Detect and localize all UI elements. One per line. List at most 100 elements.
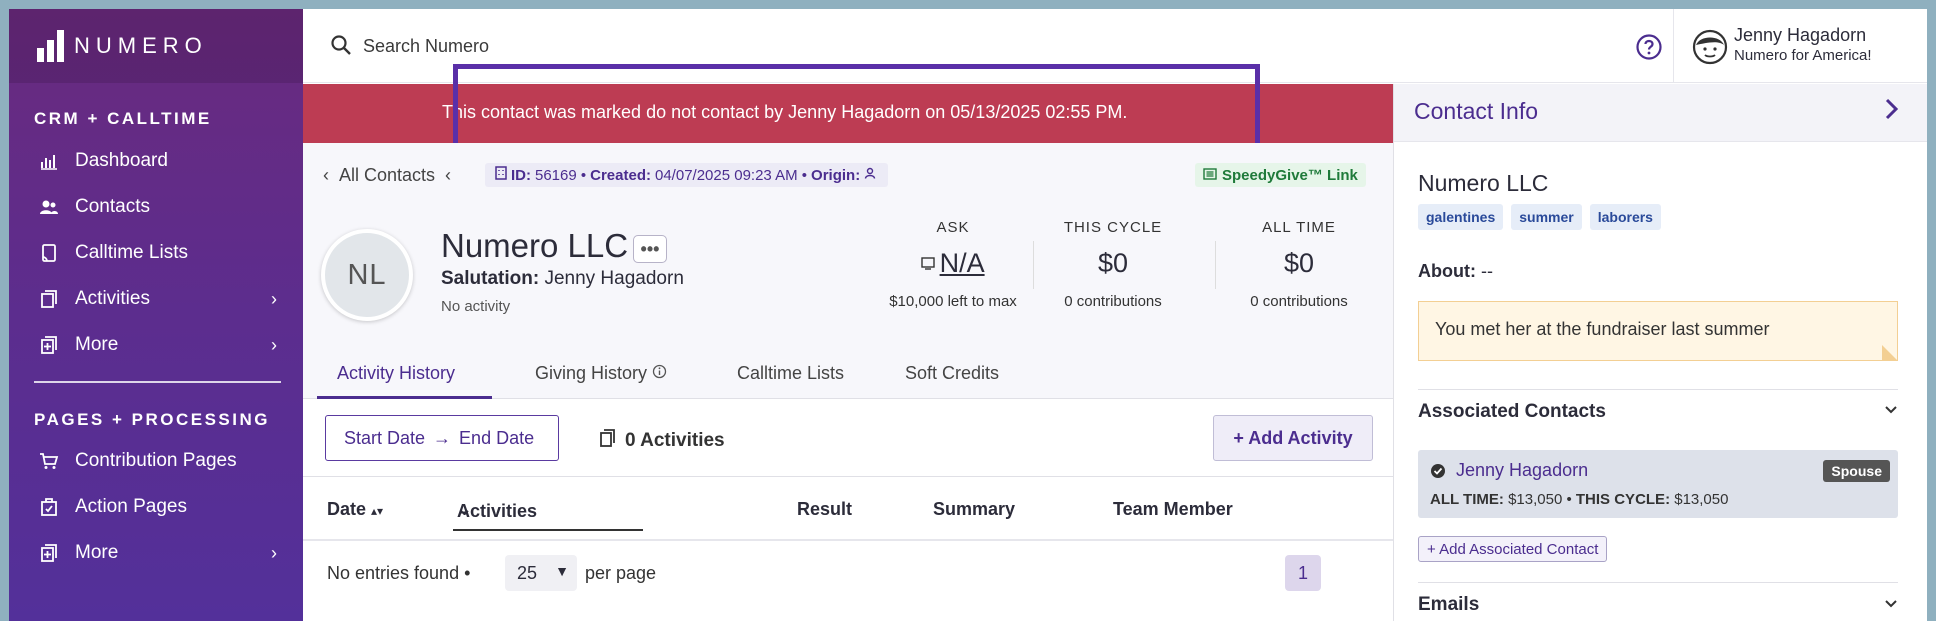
empty-message: No entries found • xyxy=(327,563,471,583)
associated-contact-name[interactable]: Jenny Hagadorn xyxy=(1456,460,1588,481)
per-page-value: 25 xyxy=(517,562,538,583)
action-pages-icon xyxy=(39,497,59,517)
more-icon xyxy=(39,543,59,563)
add-associated-contact-button[interactable]: + Add Associated Contact xyxy=(1418,536,1608,562)
sidebar-item-more[interactable]: More › xyxy=(9,325,303,365)
all-time-label: ALL TIME: xyxy=(1430,491,1504,508)
stat-all-time: ALL TIME $0 0 contributions xyxy=(1225,219,1373,310)
contact-tabs: Activity History Giving History Calltime… xyxy=(303,353,1393,399)
chevron-down-icon[interactable] xyxy=(1884,596,1898,614)
add-activity-button[interactable]: + Add Activity xyxy=(1213,415,1373,461)
chevron-left-icon: ‹ xyxy=(445,165,452,185)
id-value: 56169 • xyxy=(535,166,587,184)
tag[interactable]: summer xyxy=(1511,204,1582,230)
list-icon xyxy=(1203,167,1217,184)
chevron-right-icon: › xyxy=(271,288,277,309)
stat-sub: 0 contributions xyxy=(1250,293,1348,310)
chevron-down-icon[interactable] xyxy=(1884,402,1898,420)
sidebar-item-label: Contacts xyxy=(75,196,150,217)
tab-calltime-lists[interactable]: Calltime Lists xyxy=(737,363,844,384)
stat-value[interactable]: N/A xyxy=(863,248,1043,279)
sidebar-item-label: Activities xyxy=(75,288,150,309)
ask-icon xyxy=(921,257,939,274)
user-org: Numero for America! xyxy=(1734,47,1872,64)
contacts-icon xyxy=(39,197,59,217)
stat-value: $0 xyxy=(1097,248,1129,278)
per-page-select[interactable]: 25 ▼ xyxy=(505,555,577,591)
activities-icon xyxy=(599,428,617,454)
sidebar-item-calltime-lists[interactable]: Calltime Lists xyxy=(9,233,303,273)
breadcrumb: ‹ All Contacts ‹ xyxy=(323,165,451,186)
end-date-label: End Date xyxy=(459,427,535,448)
contact-note[interactable]: You met her at the fundraiser last summe… xyxy=(1418,301,1898,361)
brand-logo[interactable]: NUMERO xyxy=(9,9,303,83)
sidebar-item-label: More xyxy=(75,542,119,563)
stat-divider xyxy=(1215,241,1216,289)
section-pages-processing: PAGES + PROCESSING xyxy=(34,410,270,429)
this-cycle-label: THIS CYCLE: xyxy=(1575,491,1671,508)
contact-avatar: NL xyxy=(321,229,413,321)
column-result: Result xyxy=(797,499,853,519)
all-time-value: $13,050 xyxy=(1508,491,1563,508)
more-icon xyxy=(39,335,59,355)
salutation-value: Jenny Hagadorn xyxy=(544,268,684,289)
collapse-panel-icon[interactable] xyxy=(1880,96,1902,129)
sidebar-item-action-pages[interactable]: Action Pages xyxy=(9,487,303,527)
date-range-picker[interactable]: Start Date → End Date xyxy=(325,415,559,461)
origin-label: Origin: xyxy=(811,166,861,184)
stat-this-cycle: THIS CYCLE $0 0 contributions xyxy=(1043,219,1183,310)
separator-dot: • xyxy=(1566,491,1576,508)
sidebar-item-contacts[interactable]: Contacts xyxy=(9,187,303,227)
about-value: -- xyxy=(1481,261,1493,281)
sidebar-item-activities[interactable]: Activities › xyxy=(9,279,303,319)
activity-table-header: Date ▴▾ Activities ⌄ Result Summary Team… xyxy=(303,477,1393,541)
created-label: Created: xyxy=(590,166,651,184)
app-window: NUMERO CRM + CALLTIME Dashboard Contacts… xyxy=(9,9,1927,621)
contact-info-panel: Contact Info Numero LLC galentines summe… xyxy=(1393,84,1927,621)
tab-activity-history[interactable]: Activity History xyxy=(337,363,455,384)
sidebar-item-dashboard[interactable]: Dashboard xyxy=(9,141,303,181)
speedygive-link[interactable]: SpeedyGive™ Link xyxy=(1195,163,1366,187)
relation-badge: Spouse xyxy=(1823,460,1890,482)
section-crm-calltime: CRM + CALLTIME xyxy=(34,109,212,128)
column-label: Date xyxy=(327,499,367,519)
column-summary: Summary xyxy=(933,499,1016,519)
sidebar-item-contribution-pages[interactable]: Contribution Pages xyxy=(9,441,303,481)
chevron-left-icon: ‹ xyxy=(323,165,329,185)
page-number-button[interactable]: 1 xyxy=(1285,555,1321,591)
tag[interactable]: laborers xyxy=(1589,204,1661,230)
calltime-lists-icon xyxy=(39,243,59,263)
sidebar-item-label: Dashboard xyxy=(75,150,168,171)
stat-sub: 0 contributions xyxy=(1064,293,1162,310)
sidebar-item-label: Contribution Pages xyxy=(75,450,237,471)
help-icon[interactable] xyxy=(1635,33,1663,66)
stat-sub: $10,000 left to max xyxy=(889,293,1017,310)
sidebar-item-label: Calltime Lists xyxy=(75,242,188,263)
tab-soft-credits[interactable]: Soft Credits xyxy=(905,363,999,384)
note-fold-corner xyxy=(1882,345,1898,361)
associated-contact-stats: ALL TIME: $13,050 • THIS CYCLE: $13,050 xyxy=(1430,491,1728,508)
user-menu[interactable]: Jenny Hagadorn Numero for America! xyxy=(1673,9,1927,83)
activities-filter-select[interactable]: Activities ⌄ xyxy=(453,489,643,531)
associated-contacts-title[interactable]: Associated Contacts xyxy=(1418,401,1606,423)
emails-title[interactable]: Emails xyxy=(1418,594,1479,616)
breadcrumb-all-contacts[interactable]: All Contacts xyxy=(339,165,435,186)
sidebar-item-more-pages[interactable]: More › xyxy=(9,533,303,573)
activity-toolbar: Start Date → End Date 0 Activities + Add… xyxy=(303,399,1393,477)
column-date[interactable]: Date ▴▾ xyxy=(327,499,383,520)
about: About: -- xyxy=(1418,261,1493,282)
sidebar: NUMERO CRM + CALLTIME Dashboard Contacts… xyxy=(9,9,303,621)
contact-meta: ID: 56169 • Created: 04/07/2025 09:23 AM… xyxy=(485,163,889,187)
search-icon xyxy=(329,33,353,62)
arrow-right-icon: → xyxy=(433,427,452,448)
info-icon xyxy=(652,363,667,383)
activity-table-footer: No entries found • 25 ▼ per page 1 xyxy=(303,541,1393,621)
tag[interactable]: galentines xyxy=(1418,204,1504,230)
search-input[interactable] xyxy=(363,29,1063,63)
per-page-label: per page xyxy=(585,563,657,583)
tab-giving-history[interactable]: Giving History xyxy=(535,363,667,384)
about-label: About: xyxy=(1418,261,1476,281)
ellipsis-icon: ••• xyxy=(640,238,660,259)
contact-options-button[interactable]: ••• xyxy=(633,235,667,263)
chevron-right-icon: › xyxy=(271,334,277,355)
